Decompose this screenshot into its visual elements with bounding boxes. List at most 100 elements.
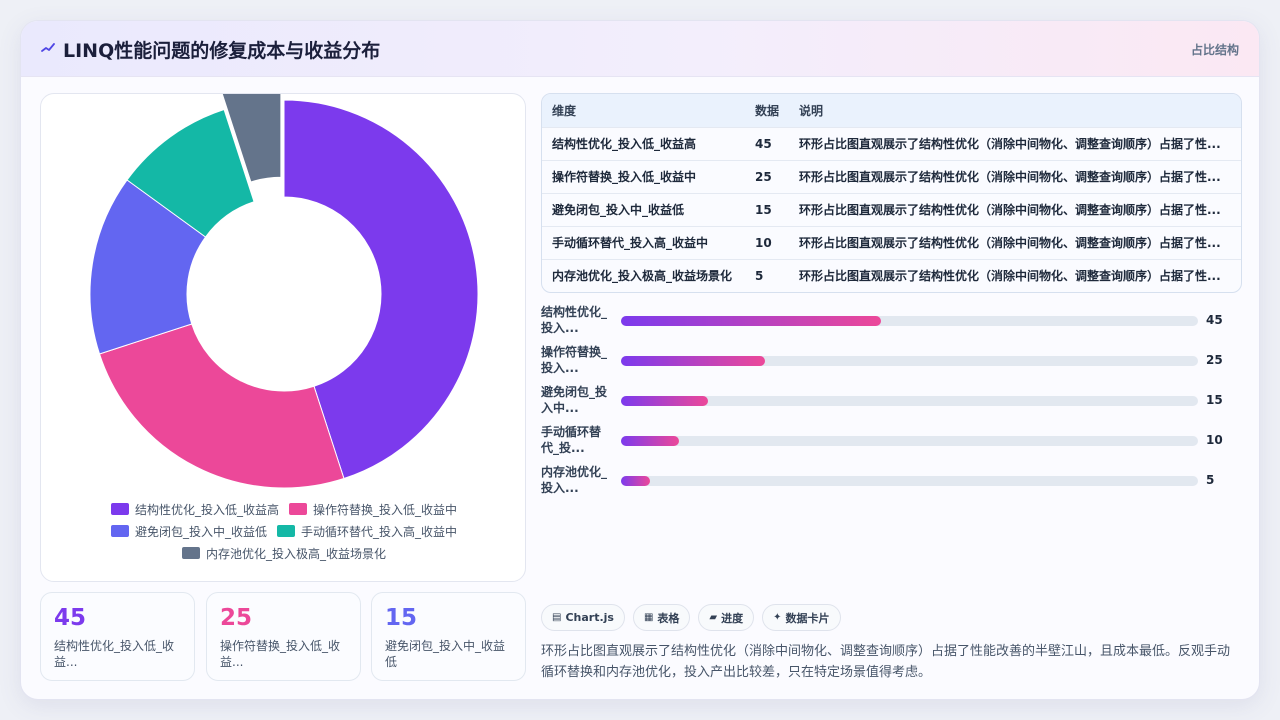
progress-icon: ▰: [709, 612, 718, 623]
doughnut-chart-panel: 结构性优化_投入低_收益高 操作符替换_投入低_收益中 避免闭包_投入中_收益低 手…: [40, 93, 526, 582]
progress-row: 结构性优化_投入... 45: [541, 304, 1242, 338]
chip-chartjs[interactable]: ▤ Chart.js: [541, 604, 625, 631]
table-header-row: 维度 数据 说明: [542, 94, 1241, 127]
table-cell-value: 5: [755, 268, 764, 283]
table-cell-dimension: 操作符替换_投入低_收益中: [552, 170, 697, 184]
legend-item[interactable]: 内存池优化_投入极高_收益场景化: [181, 545, 386, 562]
legend-label: 操作符替换_投入低_收益中: [313, 502, 458, 517]
table-cell-dimension: 内存池优化_投入极高_收益场景化: [552, 269, 733, 284]
progress-label: 操作符替换_投入...: [541, 345, 608, 375]
progress-fill: [621, 356, 766, 366]
progress-value: 25: [1206, 353, 1223, 367]
table-cell-description: 环形占比图直观展示了结构性优化（消除中间物化、调整查询顺序）占据了性...: [799, 236, 1221, 250]
table-cell-value: 15: [755, 202, 772, 217]
feature-chips: ▤ Chart.js ▦ 表格 ▰ 进度 ✦ 数据卡片: [541, 604, 841, 632]
progress-track: [621, 436, 1198, 446]
chart-legend: 结构性优化_投入低_收益高 操作符替换_投入低_收益中 避免闭包_投入中_收益低 手…: [41, 498, 527, 564]
progress-label: 手动循环替代_投...: [541, 425, 602, 455]
legend-row: 内存池优化_投入极高_收益场景化: [41, 542, 527, 564]
table-cell-value: 25: [755, 169, 772, 184]
progress-track: [621, 396, 1198, 406]
chip-label: 数据卡片: [785, 611, 830, 625]
kpi-card: 25 操作符替换_投入低_收益...: [206, 592, 361, 681]
progress-fill: [621, 396, 708, 406]
progress-fill: [621, 436, 679, 446]
header-bar: LINQ性能问题的修复成本与收益分布 占比结构: [21, 21, 1259, 77]
table-cell-dimension: 结构性优化_投入低_收益高: [552, 137, 697, 151]
progress-track: [621, 316, 1198, 326]
page-title: LINQ性能问题的修复成本与收益分布: [63, 40, 381, 62]
progress-value: 5: [1206, 473, 1215, 487]
table-cell-value: 10: [755, 235, 772, 250]
legend-label: 手动循环替代_投入高_收益中: [301, 524, 458, 539]
legend-label: 内存池优化_投入极高_收益场景化: [205, 546, 386, 561]
kpi-label: 结构性优化_投入低_收益...: [54, 639, 175, 669]
legend-swatch: [181, 547, 200, 559]
table-cell-value: 45: [755, 136, 772, 151]
legend-item[interactable]: 手动循环替代_投入高_收益中: [277, 523, 457, 540]
legend-label: 结构性优化_投入低_收益高: [134, 502, 279, 517]
table-cell-description: 环形占比图直观展示了结构性优化（消除中间物化、调整查询顺序）占据了性...: [799, 170, 1221, 184]
table-row: 手动循环替代_投入高_收益中 10 环形占比图直观展示了结构性优化（消除中间物化…: [542, 226, 1241, 259]
progress-value: 45: [1206, 313, 1223, 327]
chip-label: 进度: [721, 611, 744, 625]
chip-data-cards[interactable]: ✦ 数据卡片: [762, 604, 841, 631]
chip-label: 表格: [657, 611, 680, 625]
legend-row: 结构性优化_投入低_收益高 操作符替换_投入低_收益中: [41, 498, 527, 520]
table-cell-description: 环形占比图直观展示了结构性优化（消除中间物化、调整查询顺序）占据了性...: [799, 269, 1221, 284]
progress-label: 结构性优化_投入...: [541, 305, 608, 335]
progress-track: [621, 356, 1198, 366]
progress-fill: [621, 316, 881, 326]
legend-swatch: [110, 503, 129, 515]
table-header-value: 数据: [755, 103, 780, 118]
legend-row: 避免闭包_投入中_收益低 手动循环替代_投入高_收益中: [41, 520, 527, 542]
kpi-label: 操作符替换_投入低_收益...: [220, 639, 341, 669]
progress-label: 内存池优化_投入...: [541, 465, 608, 495]
table-row: 避免闭包_投入中_收益低 15 环形占比图直观展示了结构性优化（消除中间物化、调…: [542, 193, 1241, 226]
chip-progress[interactable]: ▰ 进度: [698, 604, 755, 631]
progress-fill: [621, 476, 650, 486]
legend-swatch: [277, 525, 295, 537]
progress-value: 10: [1206, 433, 1223, 447]
table-icon: ▦: [643, 612, 654, 623]
legend-item[interactable]: 操作符替换_投入低_收益中: [289, 501, 457, 518]
progress-bars: 结构性优化_投入... 45 操作符替换_投入... 25 避免闭包_投入中..…: [541, 304, 1242, 504]
kpi-value: 15: [385, 605, 418, 631]
table-header-description: 说明: [799, 103, 824, 118]
table-header-dimension: 维度: [552, 103, 577, 118]
kpi-card: 15 避免闭包_投入中_收益低: [371, 592, 526, 681]
kpi-card: 45 结构性优化_投入低_收益...: [40, 592, 195, 681]
table-row: 结构性优化_投入低_收益高 45 环形占比图直观展示了结构性优化（消除中间物化、…: [542, 127, 1241, 160]
progress-value: 15: [1206, 393, 1223, 407]
table-cell-dimension: 避免闭包_投入中_收益低: [552, 203, 685, 217]
kpi-value: 25: [220, 605, 253, 631]
progress-row: 手动循环替代_投... 10: [541, 424, 1242, 458]
kpi-value: 45: [54, 605, 87, 631]
table-cell-description: 环形占比图直观展示了结构性优化（消除中间物化、调整查询顺序）占据了性...: [799, 137, 1221, 151]
sparkle-icon: ✦: [773, 612, 782, 623]
doughnut-slice[interactable]: [98, 323, 345, 489]
progress-row: 内存池优化_投入... 5: [541, 464, 1242, 498]
progress-row: 避免闭包_投入中... 15: [541, 384, 1242, 418]
table-row: 操作符替换_投入低_收益中 25 环形占比图直观展示了结构性优化（消除中间物化、…: [542, 160, 1241, 193]
trend-icon: [41, 43, 55, 52]
legend-label: 避免闭包_投入中_收益低: [134, 524, 267, 539]
chart-type-tag: 占比结构: [1190, 43, 1239, 57]
data-table: 维度 数据 说明 结构性优化_投入低_收益高 45 环形占比图直观展示了结构性优…: [541, 93, 1242, 293]
chip-table[interactable]: ▦ 表格: [632, 604, 691, 631]
progress-row: 操作符替换_投入... 25: [541, 344, 1242, 378]
progress-track: [621, 476, 1198, 486]
chip-label: Chart.js: [565, 611, 614, 624]
table-cell-description: 环形占比图直观展示了结构性优化（消除中间物化、调整查询顺序）占据了性...: [799, 203, 1221, 217]
chart-icon: ▤: [552, 612, 562, 623]
summary-text: 环形占比图直观展示了结构性优化（消除中间物化、调整查询顺序）占据了性能改善的半壁…: [541, 644, 1231, 680]
table-row: 内存池优化_投入极高_收益场景化 5 环形占比图直观展示了结构性优化（消除中间物…: [542, 259, 1241, 292]
dashboard-card: LINQ性能问题的修复成本与收益分布 占比结构 结构性优化_投入低_收益高 操作符…: [20, 20, 1260, 700]
progress-label: 避免闭包_投入中...: [541, 385, 608, 415]
kpi-label: 避免闭包_投入中_收益低: [385, 639, 506, 669]
legend-item[interactable]: 避免闭包_投入中_收益低: [110, 523, 267, 540]
legend-swatch: [110, 525, 129, 537]
legend-swatch: [289, 503, 307, 515]
doughnut-chart: [89, 94, 479, 489]
legend-item[interactable]: 结构性优化_投入低_收益高: [110, 501, 279, 518]
